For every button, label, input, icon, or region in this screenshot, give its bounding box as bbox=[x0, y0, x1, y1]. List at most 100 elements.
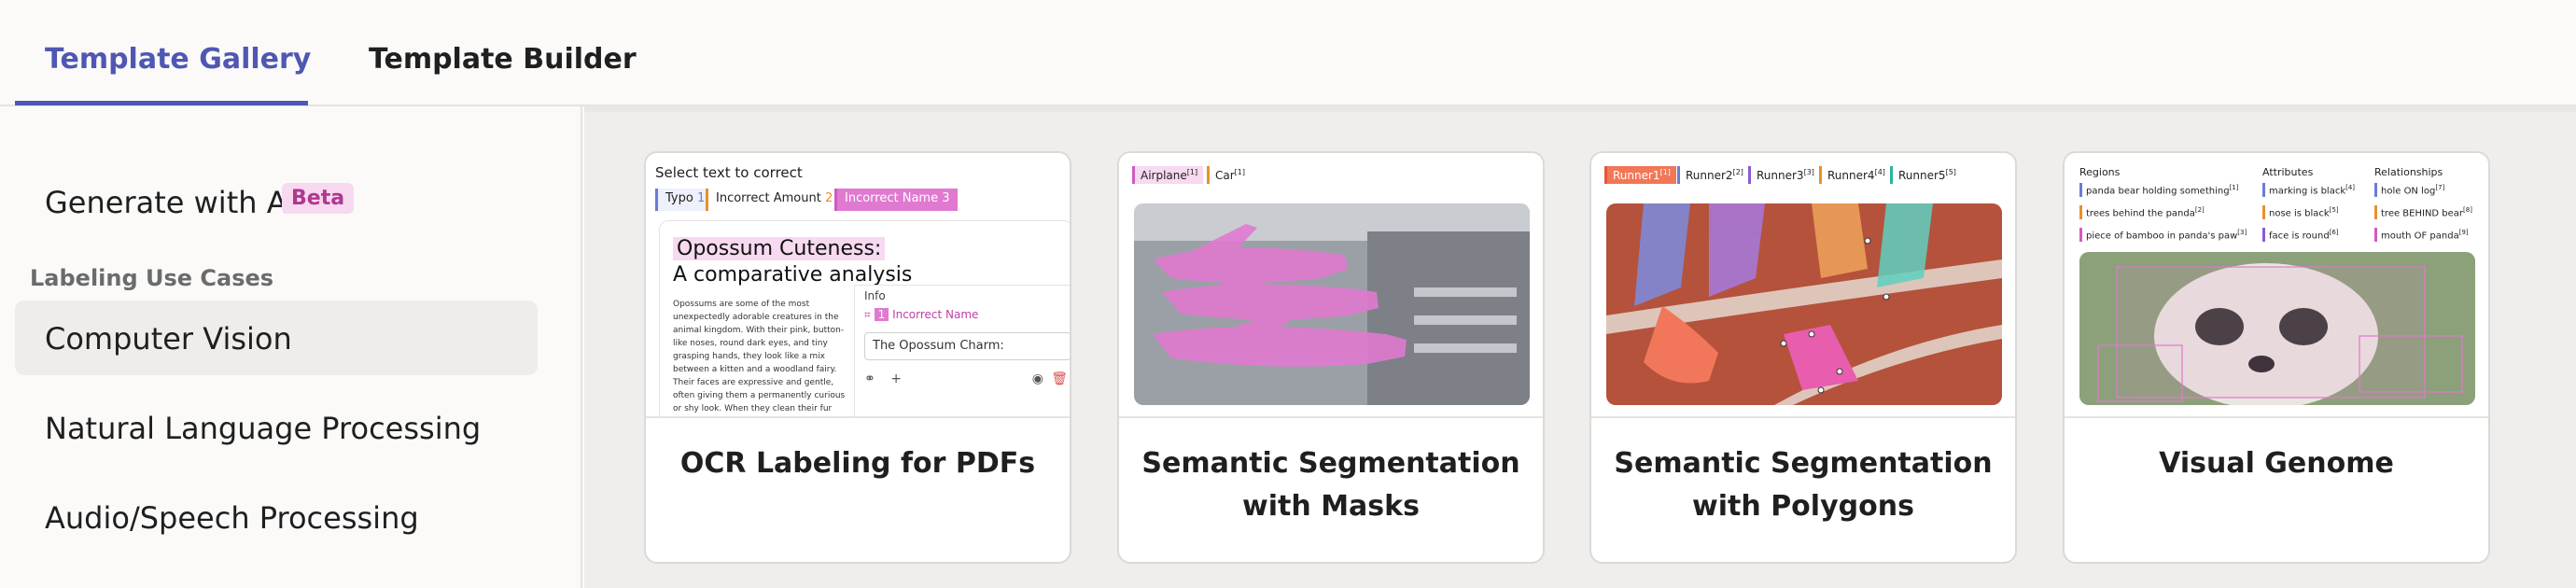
tab-template-gallery[interactable]: Template Gallery bbox=[45, 43, 311, 76]
document-subtitle: A comparative analysis bbox=[673, 263, 913, 287]
sidebar-item-generate-with-ai[interactable]: Generate with AI Beta bbox=[15, 164, 538, 239]
eye-icon: ◉ bbox=[1031, 371, 1043, 386]
airplane-mask-illustration bbox=[1134, 203, 1530, 405]
label-chip-runner4: Runner4[4] bbox=[1819, 166, 1891, 184]
active-tab-indicator bbox=[15, 101, 308, 105]
label-chip-car: Car[1] bbox=[1207, 166, 1252, 184]
chip-label: Runner4 bbox=[1827, 169, 1875, 182]
sidebar: Generate with AI Beta Labeling Use Cases… bbox=[0, 106, 582, 588]
runners-image bbox=[1606, 203, 2002, 405]
item-hotkey: [5] bbox=[2329, 206, 2339, 214]
chip-hotkey: [1] bbox=[1659, 168, 1671, 176]
item-label: piece of bamboo in panda's paw bbox=[2086, 231, 2238, 242]
relationship-item: tree BEHIND bear[8] bbox=[2374, 205, 2476, 220]
chip-hotkey: [1] bbox=[1186, 168, 1198, 176]
sidebar-item-computer-vision[interactable]: Computer Vision bbox=[15, 301, 538, 375]
attribute-item: face is round[6] bbox=[2262, 228, 2343, 243]
item-hotkey: [4] bbox=[2345, 184, 2356, 191]
template-card-visual-genome[interactable]: Regions Attributes Relationships panda b… bbox=[2063, 151, 2490, 564]
region-item: trees behind the panda[2] bbox=[2079, 205, 2208, 220]
sidebar-item-label: Natural Language Processing bbox=[45, 411, 482, 446]
chip-label: Runner3 bbox=[1757, 169, 1804, 182]
template-card-ocr-labeling[interactable]: Select text to correct Typo 1 Incorrect … bbox=[644, 151, 1071, 564]
relationship-item: hole ON log[7] bbox=[2374, 183, 2448, 198]
text-correction-field: The Opossum Charm: bbox=[864, 332, 1070, 360]
highlighted-title: Opossum Cuteness: bbox=[673, 237, 886, 260]
label-chip-runner5: Runner5[5] bbox=[1890, 166, 1962, 184]
link-icon: ⚭ bbox=[864, 371, 875, 386]
region-item: panda bear holding something[1] bbox=[2079, 183, 2242, 198]
item-label: nose is black bbox=[2269, 208, 2330, 219]
card-title: Semantic Segmentation with Polygons bbox=[1614, 447, 1993, 523]
item-hotkey: [6] bbox=[2329, 229, 2339, 236]
item-label: trees behind the panda bbox=[2086, 208, 2195, 219]
chip-hotkey: [5] bbox=[1945, 168, 1956, 176]
chip-hotkey: [4] bbox=[1874, 168, 1885, 176]
trash-icon: 🗑 bbox=[1051, 371, 1068, 386]
chip-label: Typo bbox=[665, 191, 693, 205]
item-label: mouth OF panda bbox=[2381, 231, 2459, 242]
item-hotkey: [8] bbox=[2463, 206, 2472, 214]
item-label: tree BEHIND bear bbox=[2381, 208, 2464, 219]
chip-label: Airplane bbox=[1141, 169, 1187, 182]
info-panel-label: ⌗ 1 Incorrect Name bbox=[864, 308, 978, 322]
tab-template-builder[interactable]: Template Builder bbox=[369, 43, 637, 76]
chip-count: 3 bbox=[942, 191, 950, 205]
sidebar-item-label: Computer Vision bbox=[45, 321, 292, 357]
item-hotkey: [1] bbox=[2229, 184, 2239, 191]
chip-hotkey: [2] bbox=[1732, 168, 1743, 176]
item-hotkey: [2] bbox=[2194, 206, 2205, 214]
info-panel-count: 1 bbox=[874, 308, 889, 321]
template-preview: Regions Attributes Relationships panda b… bbox=[2065, 153, 2488, 418]
label-chip-incorrect-name: Incorrect Name 3 bbox=[834, 189, 958, 211]
panda-region-illustration bbox=[2079, 252, 2475, 405]
chip-label: Runner2 bbox=[1686, 169, 1733, 182]
relationships-heading: Relationships bbox=[2374, 166, 2443, 178]
sidebar-item-audio-speech-processing[interactable]: Audio/Speech Processing bbox=[15, 480, 538, 554]
chip-hotkey: [1] bbox=[1234, 168, 1246, 176]
regions-heading: Regions bbox=[2079, 166, 2121, 178]
card-title: OCR Labeling for PDFs bbox=[679, 447, 1036, 480]
template-preview: Runner1[1] Runner2[2] Runner3[3] Runner4… bbox=[1591, 153, 2015, 418]
template-preview: Select text to correct Typo 1 Incorrect … bbox=[646, 153, 1070, 418]
template-card-semantic-segmentation-masks[interactable]: Airplane[1] Car[1] Semantic Segmentation… bbox=[1117, 151, 1545, 564]
chip-hotkey: [3] bbox=[1803, 168, 1814, 176]
sidebar-item-label: Generate with AI bbox=[45, 185, 297, 220]
runner-polygon-illustration bbox=[1606, 203, 2002, 405]
panda-image bbox=[2079, 252, 2475, 405]
document-preview: Opossum Cuteness: A comparative analysis… bbox=[659, 220, 1070, 416]
item-label: hole ON log bbox=[2381, 186, 2436, 197]
chip-label: Incorrect Name bbox=[845, 191, 939, 205]
item-hotkey: [9] bbox=[2458, 229, 2469, 236]
chip-label: Car bbox=[1215, 169, 1235, 182]
template-card-semantic-segmentation-polygons[interactable]: Runner1[1] Runner2[2] Runner3[3] Runner4… bbox=[1589, 151, 2017, 564]
tab-bar: Template Gallery Template Builder bbox=[0, 0, 2576, 106]
info-panel-label-text: Incorrect Name bbox=[892, 308, 979, 321]
attribute-item: marking is black[4] bbox=[2262, 183, 2359, 198]
region-item: piece of bamboo in panda's paw[3] bbox=[2079, 228, 2250, 243]
info-panel: Info ⌗ 1 Incorrect Name The Opossum Char… bbox=[854, 285, 1070, 416]
preview-heading: Select text to correct bbox=[655, 164, 803, 181]
chip-count: 2 bbox=[824, 191, 833, 205]
sidebar-item-label: Audio/Speech Processing bbox=[45, 500, 419, 536]
card-title: Semantic Segmentation with Masks bbox=[1141, 447, 1520, 523]
label-chip-airplane: Airplane[1] bbox=[1132, 166, 1204, 184]
bounding-box-icon: ⌗ bbox=[864, 308, 871, 321]
template-preview: Airplane[1] Car[1] bbox=[1119, 153, 1543, 418]
attributes-heading: Attributes bbox=[2262, 166, 2314, 178]
chip-label: Runner5 bbox=[1898, 169, 1946, 182]
section-heading-labeling-use-cases: Labeling Use Cases bbox=[30, 265, 274, 291]
label-chip-typo: Typo 1 bbox=[655, 189, 713, 211]
chip-label: Incorrect Amount bbox=[716, 191, 821, 205]
card-title: Visual Genome bbox=[2159, 447, 2394, 480]
chip-label: Runner1 bbox=[1613, 169, 1660, 182]
item-label: face is round bbox=[2269, 231, 2330, 242]
item-label: panda bear holding something bbox=[2086, 186, 2230, 197]
label-chip-runner2: Runner2[2] bbox=[1677, 166, 1749, 184]
item-label: marking is black bbox=[2269, 186, 2346, 197]
sidebar-item-natural-language-processing[interactable]: Natural Language Processing bbox=[15, 390, 538, 465]
chip-count: 1 bbox=[696, 191, 706, 205]
info-panel-heading: Info bbox=[864, 289, 886, 302]
document-title: Opossum Cuteness: A comparative analysis bbox=[673, 236, 912, 288]
document-body: Opossums are some of the most unexpected… bbox=[673, 300, 846, 413]
